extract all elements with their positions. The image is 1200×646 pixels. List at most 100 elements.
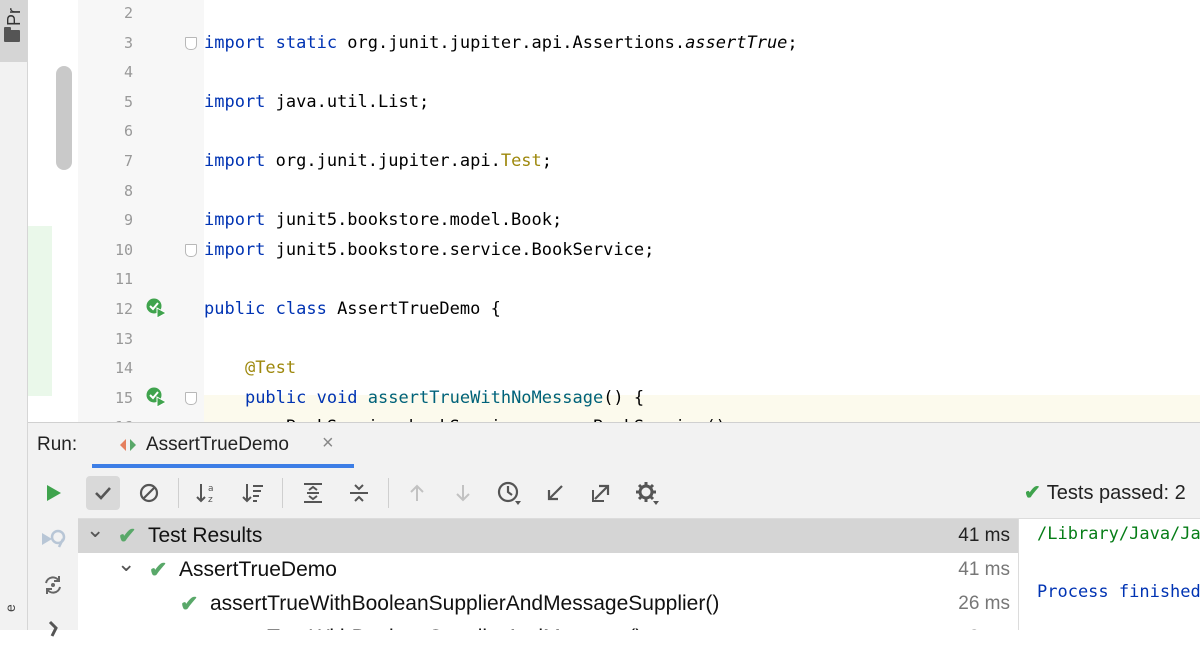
test-method-node[interactable]: ✔ assertTrueWithBooleanSupplierAndMessage… [78, 621, 1018, 630]
code-line: import java.util.List; [204, 87, 429, 117]
line-number: 13 [114, 330, 133, 348]
tests-passed-text: Tests passed: 2 [1046, 482, 1186, 504]
code-token: AssertTrueDemo { [337, 299, 501, 319]
more-tools-button[interactable] [36, 612, 70, 646]
import-tests-button[interactable] [538, 476, 572, 510]
junit-test-icon [120, 439, 136, 451]
line-number: 16 [78, 412, 133, 422]
line-number: 4 [123, 63, 133, 81]
show-passed-button[interactable] [86, 476, 120, 510]
collapse-all-button[interactable] [342, 476, 376, 510]
line-number: 10 [114, 241, 133, 259]
svg-text:z: z [208, 495, 213, 505]
code-token: import [204, 210, 276, 230]
console-output[interactable]: /Library/Java/JavaVirtualMachines Process… [1019, 519, 1200, 630]
code-token: () { [603, 388, 645, 408]
line-number: 2 [123, 4, 133, 22]
line-number: 8 [123, 182, 133, 200]
test-class-node[interactable]: ⌄ ✔ AssertTrueDemo 41 ms [78, 551, 1018, 587]
test-duration: 41 ms [958, 525, 1010, 546]
run-config-tab[interactable]: AssertTrueDemo × [92, 423, 354, 468]
tool-window-strip: Pr e [0, 0, 28, 630]
test-results-root[interactable]: ⌄ ✔ Test Results 41 ms [78, 519, 1018, 553]
run-test-gutter-icon[interactable] [145, 386, 167, 408]
expand-all-icon [304, 483, 322, 503]
code-line: public void assertTrueWithNoMessage() { [204, 383, 644, 413]
export-icon [592, 484, 610, 502]
test-results-tree[interactable]: ⌄ ✔ Test Results 41 ms ⌄ ✔ AssertTrueDemo 41 ms… [78, 519, 1019, 630]
console-line: Process finished with exit code 0 [1037, 582, 1200, 602]
wrench-icon [48, 620, 58, 637]
code-line: import junit5.bookstore.service.BookServ… [204, 235, 654, 265]
import-icon [547, 485, 563, 501]
code-token: import [204, 92, 276, 112]
line-number: 14 [114, 359, 133, 377]
code-line: public class AssertTrueDemo { [204, 294, 501, 324]
console-line: /Library/Java/JavaVirtualMachines [1037, 524, 1200, 544]
fold-marker-icon[interactable] [185, 37, 197, 50]
check-icon: ✔ [1024, 482, 1041, 504]
code-token: ; [541, 151, 553, 171]
close-icon[interactable]: × [322, 432, 334, 455]
structure-tab-label[interactable]: e [2, 604, 18, 612]
test-duration: 41 ms [958, 559, 1010, 580]
ignored-icon [139, 483, 159, 503]
code-token: junit5.bookstore.service.BookService; [275, 240, 655, 260]
sort-alphabetically-button[interactable]: az [190, 476, 224, 510]
export-tests-button[interactable] [584, 476, 618, 510]
code-token: junit5.bookstore.model.Book; [275, 210, 563, 230]
test-name: assertTrueWithBooleanSupplierAndMessageS… [210, 592, 720, 615]
expand-all-button[interactable] [296, 476, 330, 510]
passed-check-icon: ✔ [180, 621, 198, 630]
sort-by-duration-button[interactable] [236, 476, 270, 510]
gear-icon [636, 482, 659, 505]
rerun-failed-button[interactable] [36, 522, 70, 556]
chevron-down-icon[interactable]: ⌄ [86, 519, 104, 547]
scrollbar-thumb[interactable] [56, 66, 72, 170]
tests-passed-status: ✔ Tests passed: 2 [1024, 480, 1186, 505]
refresh-cycle-icon [45, 576, 61, 594]
test-name: assertTrueWithBooleanSupplierAndMessage(… [210, 621, 642, 630]
folder-icon [4, 27, 20, 42]
toggle-auto-test-button[interactable] [36, 568, 70, 602]
fold-marker-icon[interactable] [185, 392, 197, 405]
test-name: Test Results [148, 524, 263, 547]
test-history-button[interactable] [492, 476, 526, 510]
rerun-failed-icon [42, 529, 66, 548]
code-editor[interactable]: 2 3 4 5 6 7 8 9 10 11 12 13 14 15 16 import static org… [28, 0, 1200, 422]
clock-icon [497, 481, 521, 505]
code-token: assertTrueWithNoMessage [367, 388, 604, 408]
settings-button[interactable] [630, 476, 664, 510]
test-method-node[interactable]: ✔ assertTrueWithBooleanSupplierAndMessage… [78, 587, 1018, 621]
run-side-toolbar [28, 468, 79, 637]
chevron-down-icon[interactable]: ⌄ [117, 547, 135, 581]
run-test-gutter-icon[interactable] [145, 297, 167, 319]
sort-alpha-icon: az [196, 484, 214, 505]
play-icon [47, 485, 61, 501]
code-token: assertTrue [685, 33, 788, 53]
rerun-button[interactable] [36, 476, 70, 510]
test-duration: 26 ms [958, 593, 1010, 614]
project-tool-tab[interactable]: Pr [0, 0, 27, 62]
code-line: BookService bookService = new BookServic… [204, 412, 736, 422]
code-token: @Test [244, 358, 297, 378]
line-number: 11 [114, 270, 133, 288]
previous-failed-test-button[interactable] [400, 476, 434, 510]
line-number: 5 [123, 93, 133, 111]
fold-marker-icon[interactable] [185, 244, 197, 257]
code-token: public void [244, 388, 368, 408]
run-label: Run: [37, 434, 78, 455]
code-area[interactable]: import static org.junit.jupiter.api.Asse… [204, 0, 1200, 422]
next-failed-test-button[interactable] [446, 476, 480, 510]
editor-left-gutter [28, 0, 78, 422]
passed-check-icon: ✔ [149, 557, 168, 582]
collapse-all-icon [350, 484, 368, 502]
show-ignored-button[interactable] [132, 476, 166, 510]
code-token: java.util.List; [275, 92, 430, 112]
run-tool-window-header: Run: AssertTrueDemo × [28, 422, 1200, 469]
line-number: 6 [123, 122, 133, 140]
test-duration: 2 ms [969, 621, 1010, 630]
sort-duration-icon [242, 484, 263, 503]
code-token: ; [787, 33, 798, 53]
